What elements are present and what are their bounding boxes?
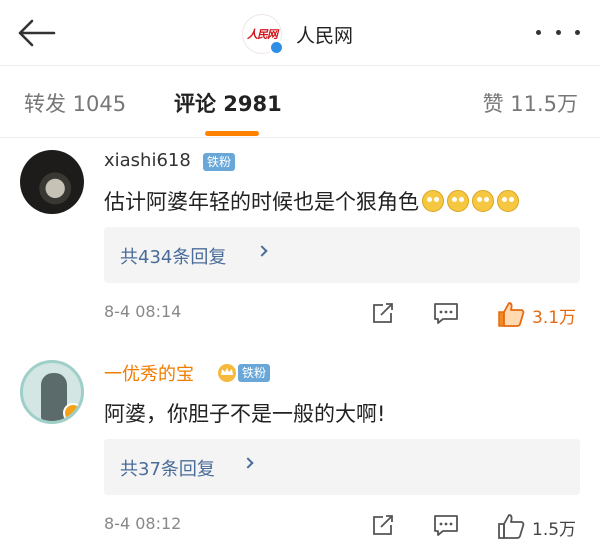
- comment-text: 估计阿婆年轻的时候也是个狠角色: [104, 186, 519, 216]
- like-button[interactable]: [496, 300, 526, 332]
- more-dots-icon: [536, 29, 541, 35]
- brand-logo: 人民网: [247, 28, 278, 41]
- back-arrow-icon: [18, 19, 56, 47]
- like-count: 1.5万: [532, 520, 577, 540]
- more-options-button[interactable]: [536, 20, 580, 44]
- account-avatar[interactable]: 人民网: [242, 14, 284, 55]
- comment-item: 一优秀的宝 铁粉 阿婆，你胆子不是一般的大啊! 共37条回复 8-4 08:12…: [0, 348, 600, 543]
- like-count: 3.1万: [532, 308, 577, 328]
- comment-item: xiashi618 铁粉 估计阿婆年轻的时候也是个狠角色 共434条回复 8-4…: [0, 138, 600, 348]
- comment-icon: [434, 515, 458, 536]
- more-dot: [555, 29, 561, 35]
- replies-count: 共37条回复: [120, 459, 215, 480]
- reply-button[interactable]: [432, 300, 460, 330]
- reply-button[interactable]: [432, 512, 460, 542]
- shocked-emoji-icon: [472, 190, 494, 212]
- verified-badge-icon: [269, 40, 284, 55]
- share-icon: [373, 303, 393, 323]
- share-button[interactable]: [370, 300, 396, 330]
- avatar[interactable]: [20, 360, 84, 424]
- comment-icon: [434, 303, 458, 324]
- comment-username[interactable]: 一优秀的宝: [104, 360, 194, 386]
- shocked-emoji-icon: [447, 190, 469, 212]
- active-tab-indicator: [205, 131, 259, 136]
- fan-badge: 铁粉: [238, 364, 271, 382]
- fan-badge: 铁粉: [203, 153, 236, 171]
- share-button[interactable]: [370, 512, 396, 542]
- comment-text: 阿婆，你胆子不是一般的大啊!: [104, 398, 385, 428]
- tab-bar: 转发 1045 评论 2981 赞 11.5万: [0, 66, 600, 138]
- more-dot: [575, 29, 580, 35]
- verified-badge-icon: [63, 403, 81, 421]
- account-header[interactable]: 人民网 人民网: [242, 12, 353, 56]
- thumbs-up-icon: [498, 302, 525, 327]
- comment-username[interactable]: xiashi618: [104, 150, 191, 171]
- chevron-right-icon: [242, 457, 254, 469]
- back-button[interactable]: [14, 14, 58, 52]
- like-button[interactable]: [496, 512, 526, 543]
- comment-timestamp: 8-4 08:12: [104, 514, 182, 533]
- comment-timestamp: 8-4 08:14: [104, 302, 182, 321]
- tab-comment[interactable]: 评论 2981: [174, 88, 282, 118]
- share-icon: [373, 515, 393, 535]
- replies-count: 共434条回复: [120, 247, 227, 268]
- shocked-emoji-icon: [497, 190, 519, 212]
- comment-text-content: 阿婆，你胆子不是一般的大啊!: [104, 402, 386, 426]
- chevron-right-icon: [256, 245, 268, 257]
- replies-link[interactable]: 共434条回复: [104, 227, 580, 283]
- top-nav-bar: 人民网 人民网: [0, 0, 600, 66]
- avatar[interactable]: [20, 150, 84, 214]
- shocked-emoji-icon: [422, 190, 444, 212]
- comment-text-content: 估计阿婆年轻的时候也是个狠角色: [104, 190, 419, 214]
- replies-link[interactable]: 共37条回复: [104, 439, 580, 495]
- thumbs-up-icon: [498, 514, 525, 539]
- tab-repost[interactable]: 转发 1045: [24, 88, 126, 118]
- crown-icon: [218, 364, 236, 382]
- account-name[interactable]: 人民网: [296, 21, 353, 48]
- tab-like[interactable]: 赞 11.5万: [483, 88, 578, 118]
